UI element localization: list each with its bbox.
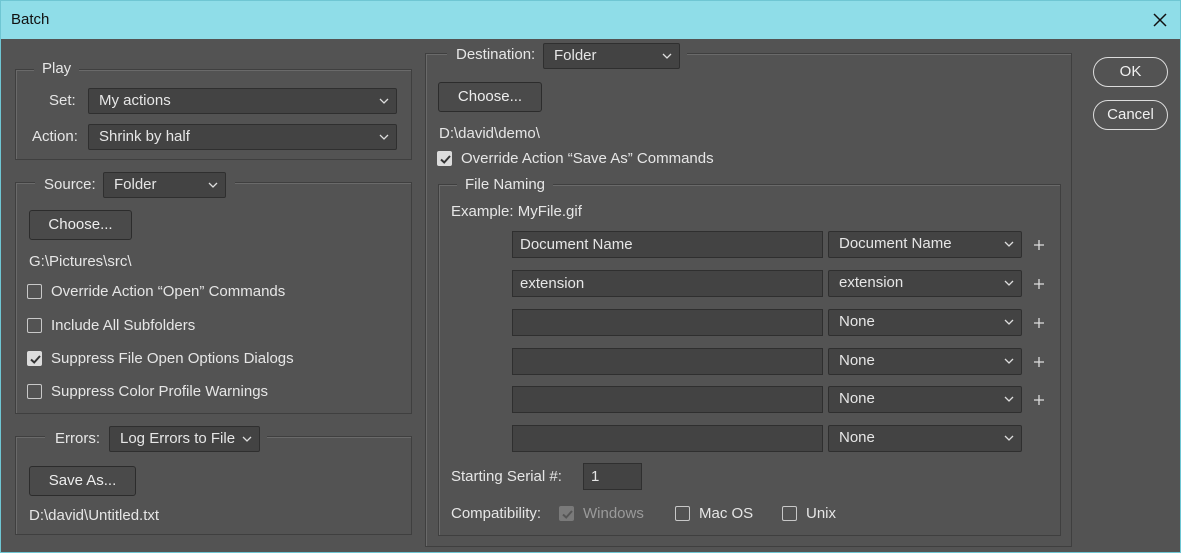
checkbox-box [782,506,797,521]
chevron-down-icon [1004,280,1014,286]
naming-select-1-value: Document Name [839,235,952,252]
checkbox-box [675,506,690,521]
checkbox-box [27,351,42,366]
serial-input[interactable]: 1 [583,463,642,490]
naming-select-4[interactable]: None [828,348,1022,375]
suppress-color-warnings-label: Suppress Color Profile Warnings [51,383,269,400]
include-subfolders-label: Include All Subfolders [51,317,196,334]
plus-icon[interactable] [1032,316,1046,330]
naming-select-4-value: None [839,352,875,369]
naming-select-1[interactable]: Document Name [828,231,1022,258]
window-title: Batch [11,11,50,28]
naming-select-2-value: extension [839,274,904,291]
chevron-down-icon [242,436,252,442]
set-select[interactable]: My actions [88,88,397,114]
source-select-value: Folder [114,176,157,193]
naming-select-3[interactable]: None [828,309,1022,336]
compat-macos-label: Mac OS [699,505,754,522]
destination-label: Destination: [456,46,536,63]
play-legend: Play [34,60,80,77]
compatibility-label: Compatibility: [451,505,542,522]
file-naming-legend: File Naming [457,176,554,193]
naming-field-2[interactable]: extension [512,270,823,297]
errors-path: D:\david\Untitled.txt [29,507,160,524]
chevron-down-icon [662,53,672,59]
override-open-label: Override Action “Open” Commands [51,283,286,300]
destination-select[interactable]: Folder [543,43,680,69]
chevron-down-icon [208,182,218,188]
destination-path: D:\david\demo\ [439,125,540,142]
suppress-open-dialogs-label: Suppress File Open Options Dialogs [51,350,294,367]
naming-select-6[interactable]: None [828,425,1022,452]
chevron-down-icon [379,134,389,140]
errors-select-value: Log Errors to File [120,430,236,447]
plus-icon[interactable] [1032,393,1046,407]
override-save-as-label: Override Action “Save As” Commands [461,150,714,167]
chevron-down-icon [1004,396,1014,402]
naming-field-5[interactable] [512,386,823,413]
source-choose-button[interactable]: Choose... [29,210,132,240]
cancel-button[interactable]: Cancel [1093,100,1168,130]
action-select[interactable]: Shrink by half [88,124,397,150]
checkmark-icon [30,355,41,364]
checkmark-icon [440,155,451,164]
set-label: Set: [49,92,76,109]
action-select-value: Shrink by half [99,128,190,145]
destination-select-value: Folder [554,47,597,64]
errors-select[interactable]: Log Errors to File [109,426,260,452]
set-select-value: My actions [99,92,171,109]
errors-label: Errors: [55,430,100,447]
destination-choose-button[interactable]: Choose... [438,82,542,112]
title-bar: Batch [1,1,1180,39]
source-select[interactable]: Folder [103,172,226,198]
serial-label: Starting Serial #: [451,468,562,485]
naming-select-5-value: None [839,390,875,407]
naming-select-6-value: None [839,429,875,446]
errors-save-as-button[interactable]: Save As... [29,466,136,496]
chevron-down-icon [1004,319,1014,325]
naming-field-3[interactable] [512,309,823,336]
chevron-down-icon [1004,358,1014,364]
source-path: G:\Pictures\src\ [29,253,132,270]
chevron-down-icon [379,98,389,104]
naming-select-2[interactable]: extension [828,270,1022,297]
checkbox-box [559,506,574,521]
source-label: Source: [44,176,96,193]
plus-icon[interactable] [1032,277,1046,291]
naming-example: Example: MyFile.gif [451,203,582,220]
plus-icon[interactable] [1032,238,1046,252]
checkbox-box [27,284,42,299]
checkbox-box [27,318,42,333]
naming-field-4[interactable] [512,348,823,375]
chevron-down-icon [1004,435,1014,441]
naming-field-1[interactable]: Document Name [512,231,823,258]
plus-icon[interactable] [1032,355,1046,369]
chevron-down-icon [1004,241,1014,247]
checkbox-box [27,384,42,399]
naming-select-5[interactable]: None [828,386,1022,413]
compat-unix-label: Unix [806,505,837,522]
ok-button[interactable]: OK [1093,57,1168,87]
compat-windows-label: Windows [583,505,644,522]
checkbox-box [437,151,452,166]
action-label: Action: [32,128,78,145]
batch-dialog: Batch Play Set: My actions Action: Shrin… [0,0,1181,553]
naming-select-3-value: None [839,313,875,330]
close-icon[interactable] [1150,10,1170,30]
naming-field-6[interactable] [512,425,823,452]
checkmark-icon [562,510,573,519]
